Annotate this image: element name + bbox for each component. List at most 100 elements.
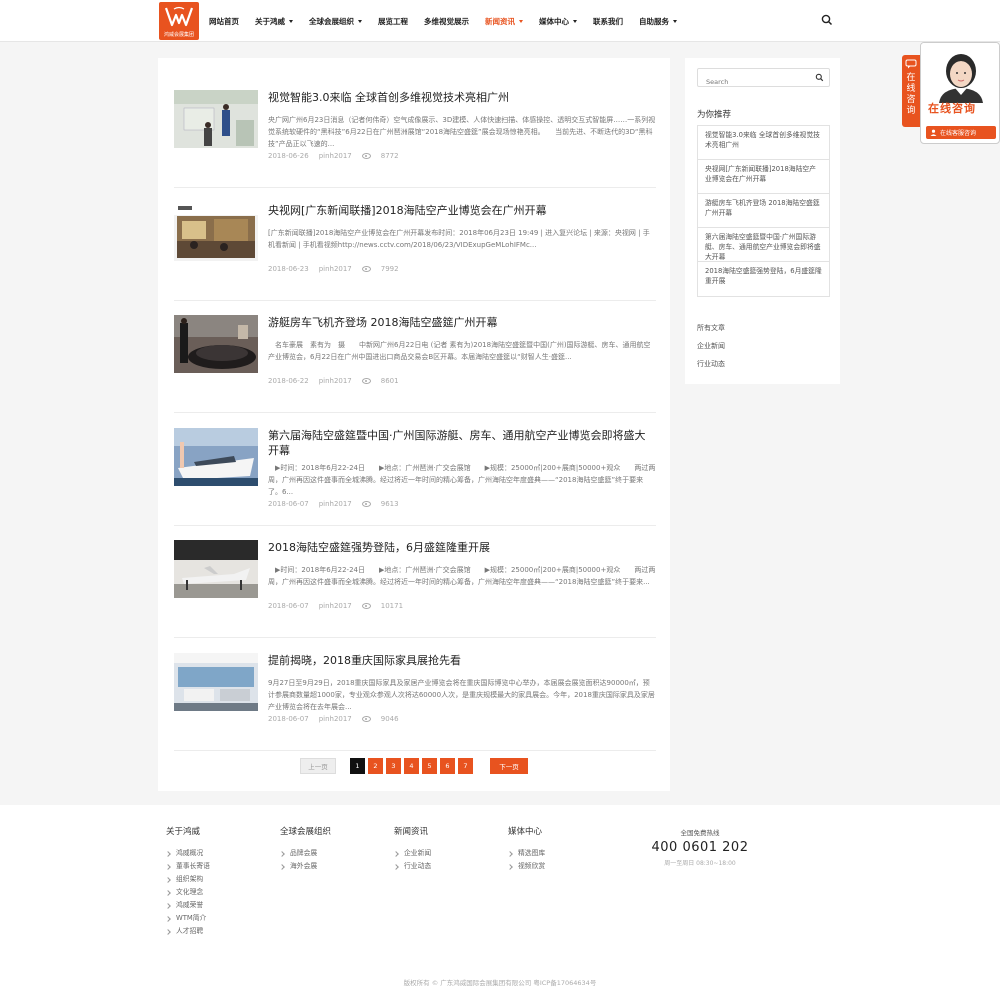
article-title[interactable]: 视觉智能3.0来临 全球首创多维视觉技术亮相广州 (268, 90, 656, 105)
recommend-item[interactable]: 视觉智能3.0来临 全球首创多维视觉技术亮相广州 (698, 126, 829, 160)
article-thumbnail[interactable] (174, 202, 258, 261)
nav-item[interactable]: 联系我们 (593, 16, 623, 27)
recommend-item[interactable]: 央视网[广东新闻联播]2018海陆空产业博览会在广州开幕 (698, 160, 829, 194)
eye-icon (361, 153, 371, 159)
footer-column-title: 新闻资讯 (394, 827, 429, 837)
next-page-button[interactable]: 下一页 (490, 758, 528, 774)
footer-link[interactable]: 文化理念 (166, 886, 210, 899)
category-link[interactable]: 企业新闻 (697, 341, 725, 359)
article-title[interactable]: 第六届海陆空盛筵暨中国·广州国际游艇、房车、通用航空产业博览会即将盛大开幕 (268, 428, 656, 458)
sidebar-search-input[interactable] (698, 73, 808, 91)
page-number-button[interactable]: 2 (368, 758, 383, 774)
footer-link[interactable]: 行业动态 (394, 860, 431, 873)
article-meta: 2018-06-07 pinh2017 9613 (268, 500, 419, 508)
category-link[interactable]: 所有文章 (697, 323, 725, 341)
search-icon[interactable] (820, 13, 834, 27)
prev-page-button[interactable]: 上一页 (300, 758, 336, 774)
nav-item-label: 媒体中心 (539, 16, 569, 26)
nav-item[interactable]: 展览工程 (378, 16, 408, 27)
article-excerpt: ▶时间：2018年6月22-24日 ▶地点：广州琶洲·广交会展馆 ▶规模：250… (268, 463, 656, 496)
eye-icon (361, 378, 371, 384)
article-thumbnail[interactable] (174, 90, 258, 148)
category-list: 所有文章 企业新闻 行业动态 (697, 323, 725, 377)
article-excerpt: 名车豪展 素有为 摄 中新网广州6月22日电 (记者 素有为)2018海陆空盛筵… (268, 341, 651, 361)
nav-item[interactable]: 网站首页 (209, 16, 239, 27)
hotline-label: 全国免费热线 (680, 829, 720, 837)
article-author: pinh2017 (318, 152, 352, 160)
article-thumbnail[interactable] (174, 427, 258, 486)
view-count-value: 9046 (380, 714, 399, 723)
page-number-button[interactable]: 6 (440, 758, 455, 774)
footer-link[interactable]: 精选图库 (508, 847, 545, 860)
eye-icon (361, 715, 371, 722)
article-title[interactable]: 游艇房车飞机齐登场 2018海陆空盛筵广州开幕 (268, 315, 656, 330)
nav-item[interactable]: 多维视觉展示 (424, 16, 469, 27)
view-count-value: 10171 (380, 602, 404, 610)
article-excerpt: [广东新闻联播]2018海陆空产业博览会在广州开幕发布时间：2018年06月23… (268, 228, 650, 249)
category-link[interactable]: 行业动态 (697, 359, 725, 377)
article-author: pinh2017 (318, 264, 352, 273)
hotline-hours: 周一至周日 08:30~18:00 (664, 860, 736, 867)
pagination: 上一页 1 2 3 4 5 6 7 下一页 (300, 758, 531, 774)
article-title[interactable]: 央视网[广东新闻联播]2018海陆空产业博览会在广州开幕 (268, 203, 656, 218)
article-author: pinh2017 (318, 602, 352, 610)
nav-item[interactable]: 新闻资讯 (485, 16, 523, 27)
footer-link[interactable]: WTM简介 (166, 912, 210, 925)
recommend-item[interactable]: 游艇房车飞机齐登场 2018海陆空盛筵广州开幕 (698, 194, 829, 228)
article-thumbnail[interactable] (174, 315, 258, 373)
article-list-panel: 视觉智能3.0来临 全球首创多维视觉技术亮相广州 央广网广州6月23日消息（记者何… (158, 58, 670, 791)
hotline-block: 全国免费热线 400 0601 202 周一至周日 08:30~18:00 (640, 827, 760, 867)
logo-text: 鸿威会展集团 (163, 32, 194, 38)
top-header: 鸿威会展集团 网站首页 关于鸿威 全球会展组织 展览工程 多维视觉展示 新闻资讯 媒体中心 联… (0, 0, 1000, 42)
nav-item-label: 展览工程 (378, 16, 408, 26)
nav-item[interactable]: 自助服务 (639, 16, 677, 27)
view-count: 7992 (361, 265, 409, 273)
article-excerpt: 9月27日至9月29日，2018重庆国际家具及家居产业博览会将在重庆国际博览中心… (268, 678, 655, 711)
article-thumbnail[interactable] (174, 652, 258, 711)
consult-widget[interactable]: 在线咨询 在线客服咨询 (920, 42, 1000, 144)
article-item: 第六届海陆空盛筵暨中国·广州国际游艇、房车、通用航空产业博览会即将盛大开幕 ▶时… (174, 414, 656, 526)
page-number-button[interactable]: 7 (458, 758, 473, 774)
consult-button[interactable]: 在线客服咨询 (926, 126, 996, 139)
recommend-item[interactable]: 第六届海陆空盛筵暨中国·广州国际游艇、房车、通用航空产业博览会即将盛大开幕 (698, 228, 829, 262)
page-number-button[interactable]: 1 (350, 758, 365, 774)
hotline-number: 400 0601 202 (651, 840, 749, 855)
nav-item[interactable]: 关于鸿威 (255, 16, 293, 27)
article-item: 2018海陆空盛筵强势登陆，6月盛筵隆重开展 ▶时间：2018年6月22-24日… (174, 526, 656, 638)
nav-item[interactable]: 媒体中心 (539, 16, 577, 27)
article-meta: 2018-06-26 pinh2017 8772 (268, 152, 419, 160)
article-title[interactable]: 提前揭晓，2018重庆国际家具展抢先看 (268, 653, 656, 668)
footer-link[interactable]: 鸿威荣誉 (166, 899, 210, 912)
nav-item[interactable]: 全球会展组织 (309, 16, 362, 27)
article-author: pinh2017 (318, 377, 352, 385)
footer-link[interactable]: 组织架构 (166, 873, 210, 886)
page-number-button[interactable]: 3 (386, 758, 401, 774)
article-thumbnail[interactable] (174, 540, 258, 598)
footer-link[interactable]: 品牌会展 (280, 847, 331, 860)
user-icon (930, 129, 937, 136)
footer-link[interactable]: 董事长寄语 (166, 860, 210, 873)
footer-link[interactable]: 海外会展 (280, 860, 331, 873)
eye-icon (361, 265, 371, 272)
eye-icon (361, 603, 371, 609)
nav-item-label: 多维视觉展示 (424, 16, 469, 26)
caret-down-icon (519, 19, 523, 23)
page-number-button[interactable]: 4 (404, 758, 419, 774)
main-nav: 网站首页 关于鸿威 全球会展组织 展览工程 多维视觉展示 新闻资讯 媒体中心 联系我们 自助服务 (209, 0, 693, 42)
footer-link[interactable]: 人才招聘 (166, 925, 210, 938)
page-number-button[interactable]: 5 (422, 758, 437, 774)
article-meta: 2018-06-07 pinh2017 10171 (268, 602, 423, 610)
brand-logo[interactable]: 鸿威会展集团 (159, 2, 199, 40)
consult-tab[interactable]: 在线咨询 (902, 55, 920, 127)
search-icon[interactable] (815, 73, 824, 82)
view-count-value: 8601 (380, 377, 399, 385)
nav-item-label: 关于鸿威 (255, 16, 285, 26)
footer-column: 全球会展组织 品牌会展 海外会展 (280, 825, 331, 873)
footer-link[interactable]: 企业新闻 (394, 847, 431, 860)
article-title[interactable]: 2018海陆空盛筵强势登陆，6月盛筵隆重开展 (268, 540, 656, 555)
consult-button-label: 在线客服咨询 (940, 130, 977, 137)
recommend-heading: 为你推荐 (697, 110, 732, 120)
recommend-item[interactable]: 2018海陆空盛筵强势登陆，6月盛筵隆重开展 (698, 262, 829, 296)
footer-link[interactable]: 视频欣赏 (508, 860, 545, 873)
footer-link[interactable]: 鸿威概况 (166, 847, 210, 860)
